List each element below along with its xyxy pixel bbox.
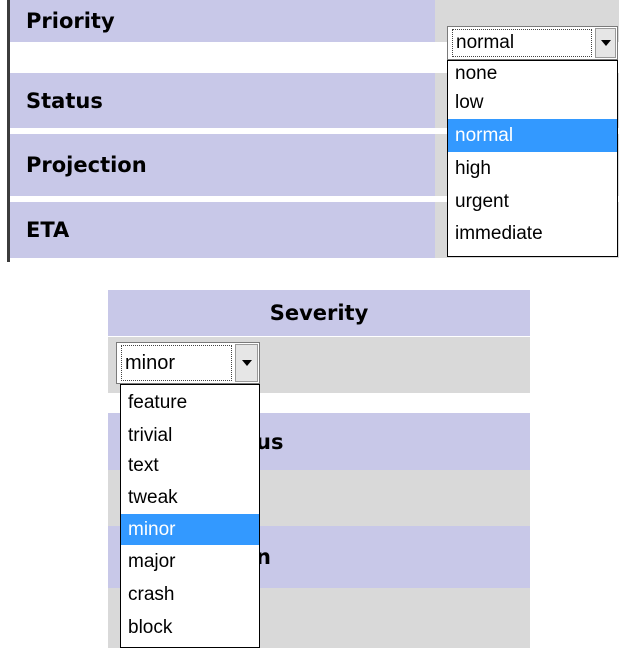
severity-dropdown-list[interactable]: feature trivial text tweak minor major c… — [120, 384, 260, 648]
priority-option-immediate[interactable]: immediate — [448, 218, 617, 250]
priority-option-high[interactable]: high — [448, 152, 617, 185]
severity-header-label: Severity — [269, 301, 369, 325]
priority-option-none[interactable]: none — [448, 61, 617, 86]
severity-select[interactable]: minor — [116, 342, 260, 384]
severity-option-minor[interactable]: minor — [121, 514, 259, 545]
severity-option-major[interactable]: major — [121, 545, 259, 578]
priority-select[interactable]: normal — [447, 26, 618, 60]
row-label-projection: Projection — [10, 134, 435, 196]
chevron-down-icon — [241, 360, 252, 366]
priority-option-normal[interactable]: normal — [448, 119, 617, 152]
eta-label: ETA — [26, 218, 70, 242]
priority-option-low[interactable]: low — [448, 86, 617, 119]
row-label-eta: ETA — [10, 202, 435, 258]
row-separator — [10, 42, 435, 71]
priority-select-value: normal — [452, 29, 592, 57]
severity-select-value: minor — [121, 345, 232, 381]
severity-header: Severity — [108, 290, 530, 336]
severity-option-trivial[interactable]: trivial — [121, 420, 259, 451]
projection-label: Projection — [26, 153, 147, 177]
priority-label: Priority — [26, 9, 115, 33]
priority-option-urgent[interactable]: urgent — [448, 185, 617, 218]
severity-dropdown-button[interactable] — [235, 344, 258, 382]
severity-option-block[interactable]: block — [121, 611, 259, 644]
severity-option-crash[interactable]: crash — [121, 578, 259, 611]
severity-option-text[interactable]: text — [121, 451, 259, 481]
severity-option-tweak[interactable]: tweak — [121, 481, 259, 514]
priority-dropdown-button[interactable] — [595, 28, 616, 58]
priority-dropdown-list[interactable]: none low normal high urgent immediate — [447, 60, 618, 257]
row-label-priority: Priority — [10, 0, 435, 42]
status-label: Status — [26, 88, 103, 113]
severity-option-feature[interactable]: feature — [121, 385, 259, 420]
priority-panel: Priority Status Projection ETA normal no… — [0, 0, 619, 262]
chevron-down-icon — [600, 40, 611, 46]
status-label-partial: us — [256, 429, 284, 454]
row-label-status: Status — [10, 73, 435, 128]
